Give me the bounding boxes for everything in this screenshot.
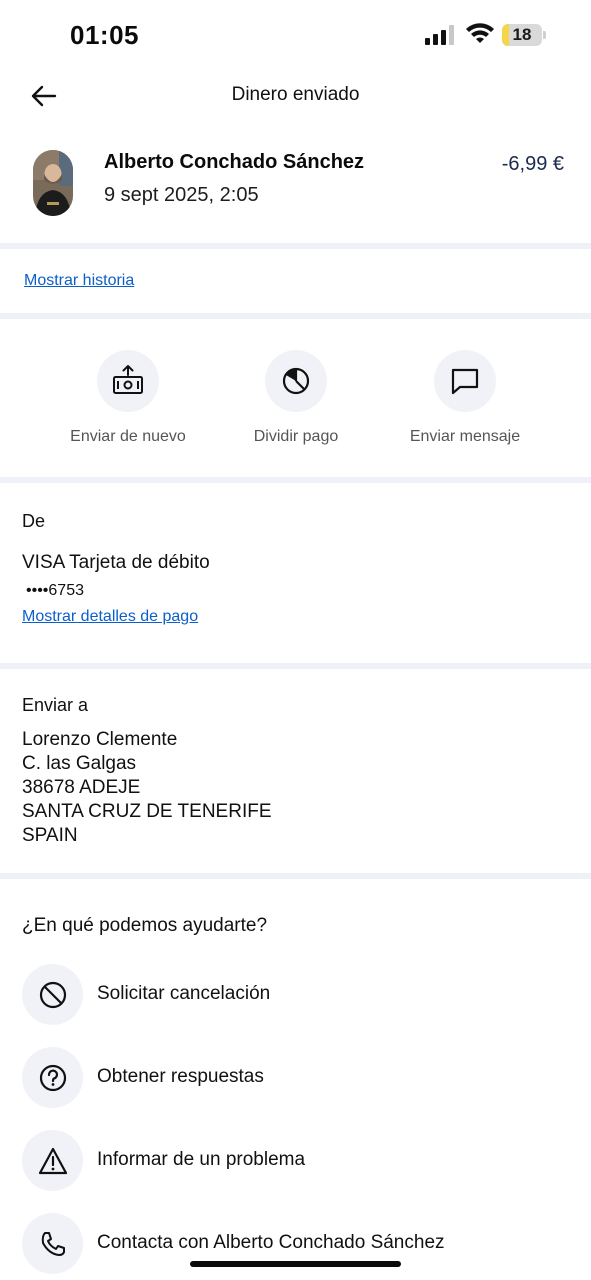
address-line: SANTA CRUZ DE TENERIFE <box>22 801 272 822</box>
help-title: ¿En qué podemos ayudarte? <box>22 915 268 936</box>
wifi-icon <box>466 23 494 43</box>
battery-icon: 18 <box>502 24 546 46</box>
battery-level: 18 <box>512 25 532 44</box>
section-divider <box>0 313 591 319</box>
transaction-amount: -6,99 € <box>501 153 564 175</box>
pie-chart-icon <box>282 367 310 395</box>
section-divider <box>0 477 591 483</box>
phone-icon <box>41 1231 65 1256</box>
address-line: SPAIN <box>22 825 78 846</box>
section-divider <box>0 243 591 249</box>
get-answers-label: Obtener respuestas <box>97 1066 264 1087</box>
question-icon <box>39 1064 66 1091</box>
section-divider <box>0 873 591 879</box>
message-icon <box>451 368 479 395</box>
get-answers-item[interactable]: Obtener respuestas <box>22 1047 582 1109</box>
from-label: De <box>22 511 46 531</box>
address-line: 38678 ADEJE <box>22 777 141 798</box>
status-bar: 01:05 18 <box>0 0 591 70</box>
send-again-label: Enviar de nuevo <box>70 428 186 445</box>
cancel-icon <box>39 981 66 1008</box>
contact-seller-label: Contacta con Alberto Conchado Sánchez <box>97 1232 445 1253</box>
show-history-link[interactable]: Mostrar historia <box>24 272 134 290</box>
transaction-date: 9 sept 2025, 2:05 <box>104 184 259 206</box>
address-line: C. las Galgas <box>22 753 137 774</box>
payment-card-name: VISA Tarjeta de débito <box>22 552 210 573</box>
split-payment-button[interactable]: Dividir pago <box>206 350 386 446</box>
payment-card-number: ••••6753 <box>26 582 84 599</box>
request-cancellation-label: Solicitar cancelación <box>97 983 271 1004</box>
request-cancellation-item[interactable]: Solicitar cancelación <box>22 964 582 1026</box>
split-payment-label: Dividir pago <box>253 428 339 445</box>
ship-to-label: Enviar a <box>22 695 89 715</box>
report-problem-label: Informar de un problema <box>97 1149 306 1170</box>
section-divider <box>0 663 591 669</box>
send-message-icon-circle[interactable] <box>434 350 496 412</box>
money-upload-icon <box>113 365 143 394</box>
send-message-button[interactable]: Enviar mensaje <box>375 350 555 446</box>
report-problem-item[interactable]: Informar de un problema <box>22 1130 582 1192</box>
shipping-address: Lorenzo Clemente C. las Galgas 38678 ADE… <box>22 728 272 848</box>
page-title: Dinero enviado <box>231 84 360 105</box>
send-again-button[interactable]: Enviar de nuevo <box>38 350 218 446</box>
recipient-name: Alberto Conchado Sánchez <box>104 151 365 173</box>
cellular-signal-icon <box>425 25 454 45</box>
show-payment-details-link[interactable]: Mostrar detalles de pago <box>22 608 198 626</box>
send-again-icon-circle[interactable] <box>97 350 159 412</box>
status-time: 01:05 <box>70 20 139 50</box>
avatar <box>33 150 73 216</box>
send-message-label: Enviar mensaje <box>409 428 521 445</box>
home-indicator <box>190 1261 401 1267</box>
split-payment-icon-circle[interactable] <box>265 350 327 412</box>
warning-icon <box>38 1147 67 1174</box>
address-line: Lorenzo Clemente <box>22 729 178 750</box>
